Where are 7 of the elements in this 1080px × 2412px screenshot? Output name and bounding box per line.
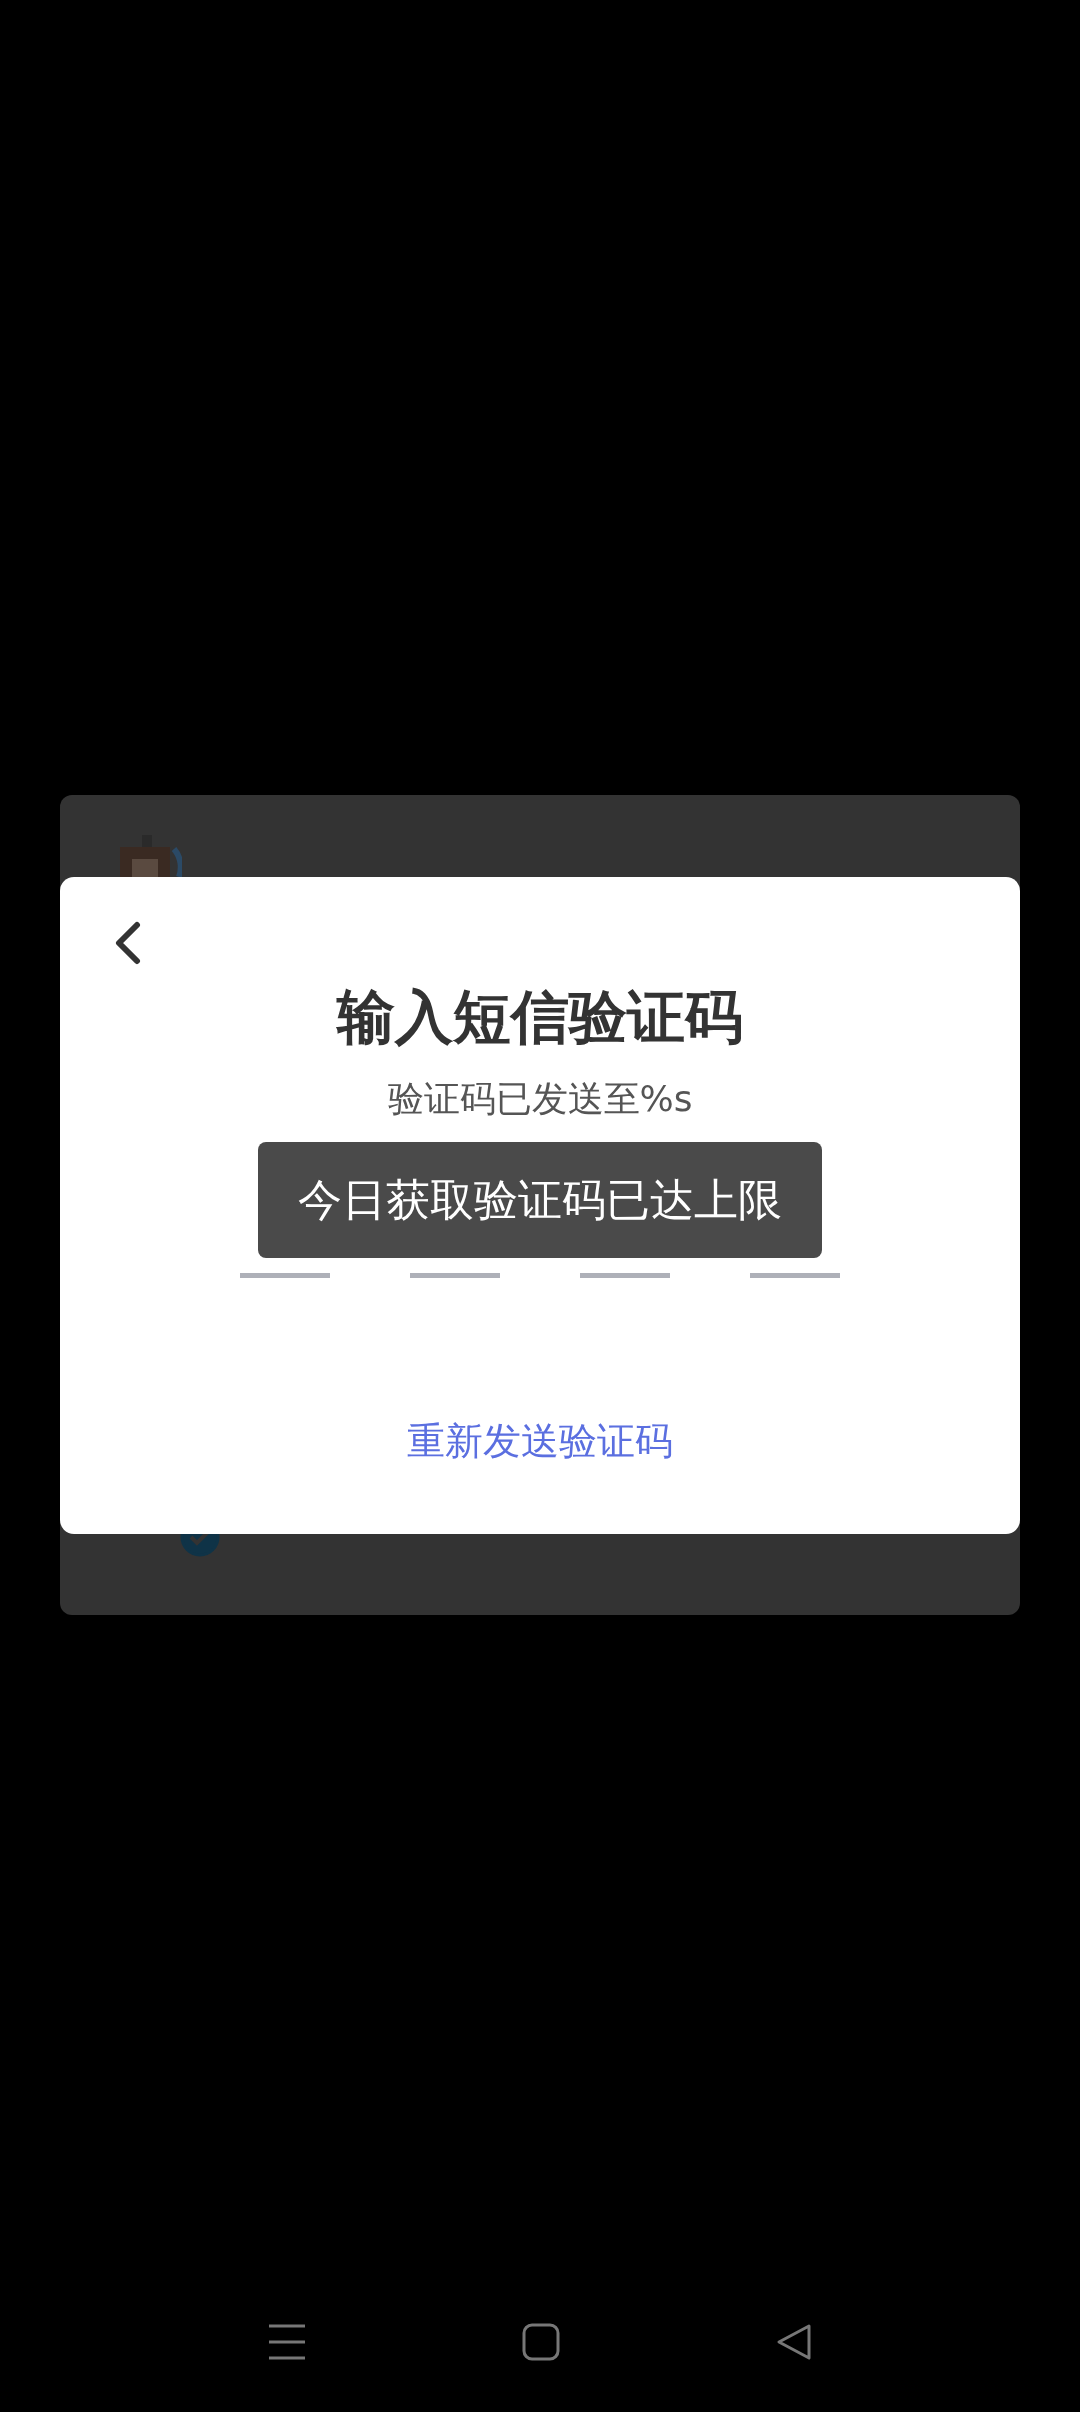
resend-link[interactable]: 重新发送验证码 — [407, 1416, 673, 1466]
toast-message: 今日获取验证码已达上限 — [258, 1142, 822, 1258]
back-icon[interactable] — [776, 2323, 812, 2361]
menu-icon[interactable] — [268, 2324, 306, 2360]
dialog-subtitle: 验证码已发送至%s — [387, 1077, 693, 1121]
home-icon[interactable] — [522, 2323, 560, 2361]
dialog-title: 输入短信验证码 — [337, 982, 743, 1053]
